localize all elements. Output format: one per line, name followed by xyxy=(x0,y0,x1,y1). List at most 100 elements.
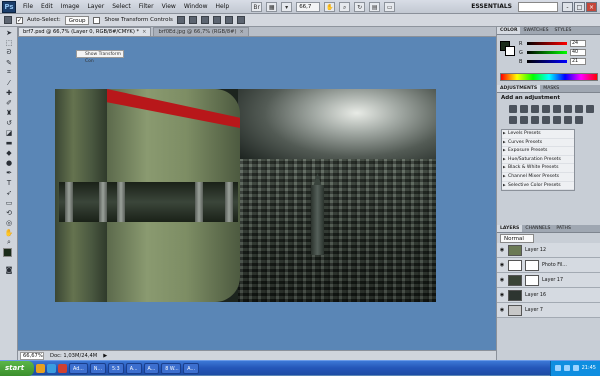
minimize-button[interactable]: - xyxy=(562,1,573,12)
path-select-icon[interactable]: ➶ xyxy=(3,188,15,197)
document-size-info[interactable]: Doc: 1,03M/24,4M xyxy=(50,353,97,359)
gradient-tool-icon[interactable]: ▬ xyxy=(3,138,15,147)
preset-item[interactable]: Selective Color Presets xyxy=(502,182,574,191)
mini-bridge-icon[interactable]: ▦ xyxy=(266,1,278,12)
eraser-tool-icon[interactable]: ◪ xyxy=(3,128,15,137)
red-slider-track[interactable] xyxy=(527,42,567,45)
color-swatches[interactable] xyxy=(3,248,16,264)
close-icon[interactable]: × xyxy=(240,29,244,35)
photo-filter-icon[interactable] xyxy=(509,116,517,124)
taskbar-task[interactable]: N... xyxy=(89,362,106,374)
eye-icon[interactable]: ◉ xyxy=(499,262,505,268)
canvas-area[interactable]: Show Transform Con xyxy=(18,38,496,350)
menu-edit[interactable]: Edit xyxy=(37,0,57,14)
bridge-icon[interactable]: Br xyxy=(251,1,263,12)
menu-layer[interactable]: Layer xyxy=(83,0,108,14)
taskbar-task[interactable]: A... xyxy=(125,362,142,374)
document-image[interactable] xyxy=(55,89,436,302)
security-icon[interactable] xyxy=(572,365,579,371)
shape-tool-icon[interactable]: ▭ xyxy=(3,198,15,207)
green-slider-track[interactable] xyxy=(527,51,567,54)
color-balance-icon[interactable] xyxy=(575,105,583,113)
move-tool-icon[interactable] xyxy=(4,16,12,24)
tab-masks[interactable]: MASKS xyxy=(540,85,562,92)
vibrance-icon[interactable] xyxy=(553,105,561,113)
eyedropper-tool-icon[interactable]: ⁄ xyxy=(3,78,15,87)
eye-icon[interactable]: ◉ xyxy=(499,292,505,298)
show-transform-checkbox[interactable] xyxy=(93,16,101,24)
eye-icon[interactable]: ◉ xyxy=(499,247,505,253)
zoom-status-field[interactable]: 66,67% xyxy=(20,351,44,360)
rotate-view-icon[interactable]: ↻ xyxy=(354,1,366,12)
status-menu-arrow-icon[interactable]: ▶ xyxy=(103,353,107,359)
brightness-contrast-icon[interactable] xyxy=(509,105,517,113)
hue-saturation-icon[interactable] xyxy=(564,105,572,113)
menu-help[interactable]: Help xyxy=(212,0,234,14)
volume-icon[interactable] xyxy=(563,365,570,371)
blue-value-field[interactable]: 21 xyxy=(570,58,586,65)
eye-icon[interactable]: ◉ xyxy=(499,277,505,283)
color-spectrum-bar[interactable] xyxy=(500,73,598,81)
workspace-switcher[interactable]: ESSENTIALS xyxy=(471,3,512,10)
black-white-icon[interactable] xyxy=(586,105,594,113)
lasso-tool-icon[interactable]: ᘐ xyxy=(3,48,15,57)
gradient-map-icon[interactable] xyxy=(564,116,572,124)
preset-item[interactable]: Curves Presets xyxy=(502,139,574,148)
menu-file[interactable]: File xyxy=(19,0,37,14)
taskbar-task[interactable]: 5:3 xyxy=(108,362,124,374)
exposure-icon[interactable] xyxy=(542,105,550,113)
taskbar-task[interactable]: A... xyxy=(183,362,200,374)
menu-window[interactable]: Window xyxy=(180,0,212,14)
crop-tool-icon[interactable]: ⌗ xyxy=(3,68,15,77)
taskbar-task[interactable]: Ad... xyxy=(69,362,88,374)
cs-live-search-input[interactable] xyxy=(518,1,558,12)
taskbar-task[interactable]: 8 W... xyxy=(161,362,182,374)
menu-select[interactable]: Select xyxy=(108,0,135,14)
close-icon[interactable]: × xyxy=(142,29,146,35)
layer-row[interactable]: ◉ Layer 16 xyxy=(497,288,600,303)
preset-item[interactable]: Exposure Presets xyxy=(502,147,574,156)
brush-tool-icon[interactable]: ✐ xyxy=(3,98,15,107)
tab-brf7-psd[interactable]: brf7.psd @ 66,7% (Layer 0, RGB/8#/CMYK) … xyxy=(18,27,152,36)
hand-tool-icon[interactable]: ✋ xyxy=(3,228,15,237)
menu-filter[interactable]: Filter xyxy=(135,0,158,14)
healing-brush-icon[interactable]: ✚ xyxy=(3,88,15,97)
maximize-button[interactable]: □ xyxy=(574,1,585,12)
quick-launch-icon[interactable] xyxy=(58,363,67,373)
invert-icon[interactable] xyxy=(531,116,539,124)
marquee-tool-icon[interactable]: ⬚ xyxy=(3,38,15,47)
layer-mask-thumbnail[interactable] xyxy=(525,259,539,271)
slider-blue[interactable]: B 21 xyxy=(497,57,600,66)
preset-item[interactable]: Black & White Presets xyxy=(502,164,574,173)
quick-mask-icon[interactable]: ◙ xyxy=(3,265,15,274)
menu-view[interactable]: View xyxy=(158,0,180,14)
tab-brf0ed-jpg[interactable]: brf0Ed.jpg @ 66,7% (RGB/8#) × xyxy=(153,27,249,36)
start-button[interactable]: start xyxy=(0,360,34,376)
align-middle-icon[interactable] xyxy=(188,16,197,24)
3d-orbit-icon[interactable]: ◎ xyxy=(3,218,15,227)
tab-paths[interactable]: PATHS xyxy=(553,225,573,232)
layer-row[interactable]: ◉ Photo Fil... xyxy=(497,258,600,273)
arrange-documents-icon[interactable]: ▤ xyxy=(369,1,381,12)
align-center-icon[interactable] xyxy=(224,16,233,24)
green-value-field[interactable]: 40 xyxy=(570,49,586,56)
layer-mask-thumbnail[interactable] xyxy=(525,274,539,286)
blur-tool-icon[interactable]: ◆ xyxy=(3,148,15,157)
blue-slider-track[interactable] xyxy=(527,60,567,63)
posterize-icon[interactable] xyxy=(542,116,550,124)
pen-tool-icon[interactable]: ✒ xyxy=(3,168,15,177)
quick-launch-icon[interactable] xyxy=(36,363,45,373)
selective-color-icon[interactable] xyxy=(575,116,583,124)
network-icon[interactable] xyxy=(554,365,561,371)
hand-tool-icon[interactable]: ✋ xyxy=(324,1,336,12)
dodge-tool-icon[interactable]: ● xyxy=(3,158,15,167)
layer-row[interactable]: ◉ Layer 17 xyxy=(497,273,600,288)
auto-select-dropdown[interactable]: Group xyxy=(64,15,90,25)
tab-styles[interactable]: STYLES xyxy=(552,27,575,34)
foreground-color-swatch[interactable] xyxy=(3,248,12,257)
background-color-swatch[interactable] xyxy=(505,46,515,56)
3d-rotate-icon[interactable]: ⟲ xyxy=(3,208,15,217)
clock[interactable]: 21:45 xyxy=(582,365,596,371)
red-value-field[interactable]: 24 xyxy=(570,40,586,47)
eye-icon[interactable]: ◉ xyxy=(499,307,505,313)
